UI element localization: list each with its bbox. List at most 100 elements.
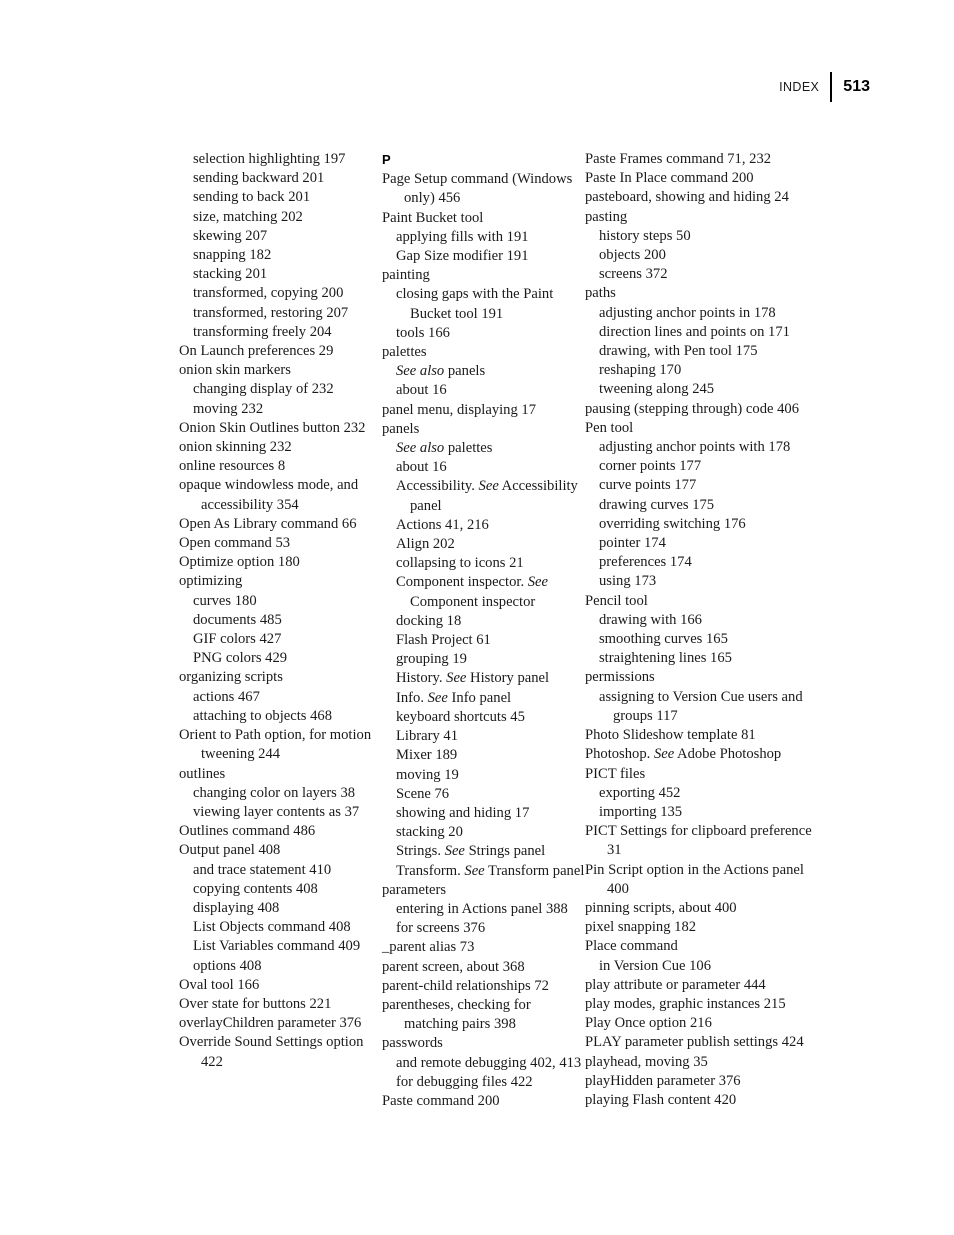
index-subentry: drawing, with Pen tool 175 <box>599 343 758 360</box>
index-subentry: options 408 <box>193 957 262 974</box>
index-entry: Oval tool 166 <box>179 976 260 993</box>
index-subentry: Gap Size modifier 191 <box>396 248 529 265</box>
index-entry: PICT files <box>585 765 646 782</box>
index-column-3: Paste Frames command 71, 232 Paste In Pla… <box>585 150 825 1111</box>
index-entry: Output panel 408 <box>179 842 281 859</box>
header-folio-group: INDEX 513 <box>779 72 870 102</box>
index-entry: playhead, moving 35 <box>585 1053 708 1070</box>
index-subentry: adjusting anchor points in 178 <box>599 304 776 321</box>
index-entry: organizing scripts <box>179 669 283 686</box>
index-subentry: Info. See Info panel <box>396 689 512 706</box>
index-entry: pixel snapping 182 <box>585 919 697 936</box>
index-entry: pasting <box>585 208 628 225</box>
index-entry: _parent alias 73 <box>382 939 475 956</box>
index-subentry: transforming freely 204 <box>193 323 332 340</box>
index-subentry: and trace statement 410 <box>193 861 332 878</box>
index-subentry: Mixer 189 <box>396 747 458 764</box>
index-entry: pinning scripts, about 400 <box>585 899 737 916</box>
index-subentry: grouping 19 <box>396 651 467 668</box>
index-subentry: Align 202 <box>396 536 455 553</box>
index-entry: Play Once option 216 <box>585 1015 712 1032</box>
index-subentry: stacking 20 <box>396 824 463 841</box>
index-subentry: snapping 182 <box>193 247 272 264</box>
index-subentry: attaching to objects 468 <box>193 707 333 724</box>
index-subentry: docking 18 <box>396 612 462 629</box>
index-entry: Paste Frames command 71, 232 <box>585 151 772 167</box>
index-subentry: for screens 376 <box>396 920 486 937</box>
index-subentry: screens 372 <box>599 266 668 283</box>
index-entry: Photoshop. See Adobe Photoshop <box>585 746 782 763</box>
index-subentry: List Variables command 409 <box>193 938 361 955</box>
index-subentry: selection highlighting 197 <box>193 151 346 167</box>
index-subentry: Component inspector. See Component inspe… <box>396 574 549 610</box>
index-subentry: reshaping 170 <box>599 362 682 379</box>
index-subentry: sending to back 201 <box>193 189 311 206</box>
index-subentry: Scene 76 <box>396 785 450 802</box>
index-subentry: transformed, copying 200 <box>193 285 344 302</box>
index-entry: panels <box>382 420 420 437</box>
index-entry: parent-child relationships 72 <box>382 977 549 994</box>
index-entry: onion skin markers <box>179 362 291 379</box>
index-subentry: keyboard shortcuts 45 <box>396 708 525 725</box>
index-entry: playHidden parameter 376 <box>585 1072 741 1089</box>
index-entry: Open As Library command 66 <box>179 515 357 532</box>
index-subentry: Library 41 <box>396 728 459 745</box>
index-subentry: stacking 201 <box>193 266 268 283</box>
index-subentry: pointer 174 <box>599 535 666 552</box>
index-subentry: objects 200 <box>599 247 666 264</box>
index-subentry: Accessibility. See Accessibility panel <box>396 478 578 514</box>
index-entry: Page Setup command (Windows only) 456 <box>382 171 573 207</box>
index-entry: Paint Bucket tool <box>382 209 484 226</box>
index-subentry: documents 485 <box>193 611 282 628</box>
index-subentry: applying fills with 191 <box>396 228 529 245</box>
index-entry: panel menu, displaying 17 <box>382 401 537 418</box>
index-entry: palettes <box>382 344 427 361</box>
index-subentry: importing 135 <box>599 803 683 820</box>
index-entry: online resources 8 <box>179 458 286 475</box>
index-entry: Onion Skin Outlines button 232 <box>179 419 366 436</box>
index-subentry: Transform. See Transform panel <box>396 862 585 879</box>
index-subentry: adjusting anchor points with 178 <box>599 439 791 456</box>
index-subentry: moving 19 <box>396 766 459 783</box>
index-subentry: Actions 41, 216 <box>396 516 489 533</box>
index-subentry: history steps 50 <box>599 227 691 244</box>
index-entry: opaque windowless mode, and accessibilit… <box>179 477 359 513</box>
index-entry: PICT Settings for clipboard preference 3… <box>585 823 812 859</box>
index-entry: Orient to Path option, for motion tweeni… <box>179 727 372 763</box>
index-entry: permissions <box>585 669 655 686</box>
index-entry: overlayChildren parameter 376 <box>179 1015 362 1032</box>
index-subentry: straightening lines 165 <box>599 650 732 667</box>
index-subentry: about 16 <box>396 459 447 476</box>
index-subentry: changing display of 232 <box>193 381 334 398</box>
index-subentry: using 173 <box>599 573 657 590</box>
index-subentry: entering in Actions panel 388 <box>396 900 568 917</box>
index-entry: Pin Script option in the Actions panel 4… <box>585 861 804 897</box>
index-entry: Override Sound Settings option 422 <box>179 1034 364 1070</box>
index-subentry: viewing layer contents as 37 <box>193 803 360 820</box>
index-entry: parameters <box>382 881 447 898</box>
index-entry: Paste In Place command 200 <box>585 170 754 187</box>
index-subentry: direction lines and points on 171 <box>599 323 790 340</box>
index-entry: passwords <box>382 1035 443 1052</box>
index-subentry: GIF colors 427 <box>193 631 282 648</box>
index-subentry: Flash Project 61 <box>396 632 491 649</box>
index-subentry: copying contents 408 <box>193 880 318 897</box>
index-entry: painting <box>382 267 430 284</box>
index-entry: outlines <box>179 765 226 782</box>
index-entry: play modes, graphic instances 215 <box>585 995 786 1012</box>
index-subentry: See also palettes <box>396 440 493 457</box>
index-entry: PLAY parameter publish settings 424 <box>585 1034 804 1051</box>
index-subentry: PNG colors 429 <box>193 650 288 667</box>
index-subentry: overriding switching 176 <box>599 515 746 532</box>
index-entry: playing Flash content 420 <box>585 1091 737 1108</box>
index-subentry: smoothing curves 165 <box>599 631 728 648</box>
index-column-2: P Page Setup command (Windows only) 456 Pa… <box>382 150 585 1111</box>
index-subentry: See also panels <box>396 363 486 380</box>
index-subentry: displaying 408 <box>193 899 280 916</box>
index-subentry: collapsing to icons 21 <box>396 555 524 572</box>
index-entry: Paste command 200 <box>382 1092 500 1109</box>
index-subentry: for debugging files 422 <box>396 1073 533 1090</box>
index-subentry: and remote debugging 402, 413 <box>396 1054 582 1071</box>
index-subentry: size, matching 202 <box>193 208 303 225</box>
index-subentry: History. See History panel <box>396 670 550 687</box>
